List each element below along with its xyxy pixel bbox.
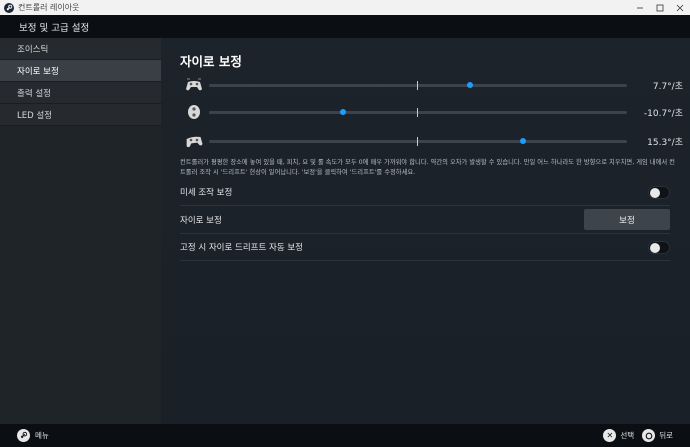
fine-tune-toggle[interactable] [648, 185, 670, 199]
back-button[interactable]: 뒤로 [642, 429, 673, 442]
menu-label: 메뉴 [35, 431, 49, 440]
sidebar-item-label: 자이로 보정 [17, 66, 59, 77]
controller-pitch-icon [183, 102, 205, 122]
gyro-value-label: -10.7°/초 [643, 108, 683, 119]
gyro-axis-row-roll: 15.3°/초 [183, 130, 683, 152]
gyro-slider-track [209, 80, 627, 90]
calibration-description: 컨트롤러가 평평한 장소에 놓여 있을 때, 피치, 요 및 롤 속도가 모두 … [180, 159, 675, 176]
gyro-value-label: 7.7°/초 [652, 81, 683, 92]
sidebar-item-label: LED 설정 [17, 110, 52, 121]
sidebar-item-label: 조이스틱 [17, 44, 49, 55]
gyro-slider-track [209, 107, 627, 117]
toggle-knob [650, 187, 660, 198]
toggle-knob [650, 242, 660, 253]
sidebar-item-output-settings[interactable]: 출력 설정 [0, 82, 161, 104]
gyro-value-indicator [467, 82, 474, 88]
page-title: 자이로 보정 [180, 54, 242, 69]
gyro-axis-row-pitch: -10.7°/초 [183, 101, 683, 123]
steam-menu-icon [17, 429, 30, 442]
setting-row-gyro-calibration: 자이로 보정 보정 [180, 206, 670, 234]
fine-tune-label: 미세 조작 보정 [180, 188, 233, 198]
slider-center-mark [417, 136, 418, 146]
gyro-value-indicator [339, 109, 346, 115]
select-button[interactable]: ✕ 선택 [603, 429, 634, 442]
sidebar: 조이스틱 자이로 보정 출력 설정 LED 설정 [0, 38, 161, 424]
gyro-slider-track [209, 136, 627, 146]
sidebar-item-label: 출력 설정 [17, 88, 51, 99]
circle-button-icon [642, 429, 656, 442]
setting-row-auto-drift: 고정 시 자이로 드리프트 자동 보정 [180, 234, 670, 261]
page-header-title: 보정 및 고급 설정 [19, 22, 90, 34]
close-button[interactable] [670, 0, 690, 15]
menu-button[interactable]: 메뉴 [17, 429, 49, 442]
window-titlebar: 컨트롤러 레이아웃 [0, 0, 690, 15]
slider-center-mark [417, 80, 418, 90]
slider-center-mark [417, 107, 418, 117]
sidebar-item-led-settings[interactable]: LED 설정 [0, 104, 161, 126]
footer-bar: 메뉴 ✕ 선택 뒤로 [0, 424, 690, 447]
select-label: 선택 [620, 431, 635, 440]
auto-drift-toggle[interactable] [648, 240, 670, 254]
maximize-button[interactable] [650, 0, 670, 15]
steam-icon [4, 2, 14, 13]
gyro-calibration-label: 자이로 보정 [180, 215, 222, 226]
calibrate-button[interactable]: 보정 [584, 209, 670, 230]
sidebar-item-joystick[interactable]: 조이스틱 [0, 38, 161, 60]
setting-row-fine-tune: 미세 조작 보정 [180, 179, 670, 206]
page-header: 보정 및 고급 설정 [0, 15, 690, 38]
minimize-button[interactable] [630, 0, 650, 15]
back-label: 뒤로 [659, 431, 673, 440]
main-panel: 자이로 보정 7.7°/초 -10.7°/초 15.3°/초 컨트롤러가 평평한… [161, 38, 690, 424]
gyro-value-label: 15.3°/초 [647, 137, 683, 148]
controller-yaw-icon [183, 75, 205, 95]
auto-drift-label: 고정 시 자이로 드리프트 자동 보정 [180, 243, 303, 253]
gyro-value-indicator [520, 138, 527, 144]
cross-button-icon: ✕ [603, 429, 617, 442]
gyro-axis-row-yaw: 7.7°/초 [183, 74, 683, 96]
window-title: 컨트롤러 레이아웃 [18, 3, 80, 12]
sidebar-item-gyro-calibration[interactable]: 자이로 보정 [0, 60, 161, 82]
controller-roll-icon [183, 131, 205, 151]
